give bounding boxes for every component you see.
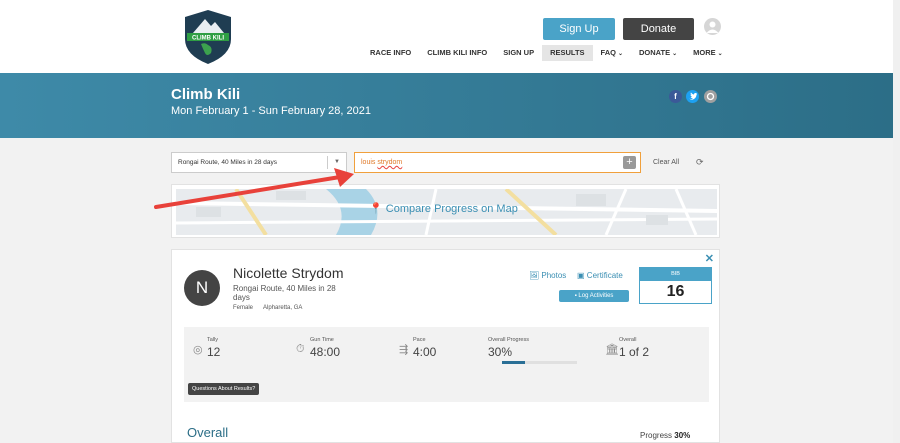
- overall-rank-label: Overall: [619, 337, 637, 343]
- add-icon[interactable]: +: [623, 156, 636, 169]
- race-dates: Mon February 1 - Sun February 28, 2021: [171, 105, 371, 117]
- clear-all-button[interactable]: Clear All: [653, 159, 679, 166]
- progress-summary-label: Progress: [640, 431, 673, 440]
- overall-progress-label: Overall Progress: [488, 337, 529, 343]
- overall-section-heading: Overall: [187, 425, 229, 440]
- certificate-label: Certificate: [586, 271, 623, 280]
- log-activities-button[interactable]: ▪ Log Activities: [559, 290, 629, 302]
- donate-button[interactable]: Donate: [623, 18, 694, 40]
- pace-value: 4:00: [413, 345, 437, 359]
- nav-item-results[interactable]: RESULTS: [542, 45, 593, 61]
- gun-time-value: 48:00: [310, 345, 341, 359]
- nav-item-sign-up[interactable]: SIGN UP: [495, 45, 542, 61]
- chevron-down-icon: ⌄: [672, 51, 678, 57]
- nav-item-label: CLIMB KILI INFO: [427, 48, 488, 57]
- nav-item-race-info[interactable]: RACE INFO: [362, 45, 419, 61]
- pace-label: Pace: [413, 337, 426, 343]
- certificate-link[interactable]: ▣ Certificate: [577, 271, 623, 280]
- tally-icon: ◎: [193, 344, 203, 356]
- overall-rank-value: 1 of 2: [619, 345, 650, 359]
- nav-item-more[interactable]: MORE ⌄: [685, 45, 731, 61]
- chevron-down-icon: ⌄: [617, 51, 623, 57]
- participant-location: Alpharetta, GA: [263, 305, 303, 311]
- nav-item-label: SIGN UP: [503, 48, 535, 57]
- climb-kili-logo[interactable]: CLIMB KILI: [183, 9, 233, 65]
- participant-avatar: N: [184, 270, 220, 306]
- nav-item-label: RACE INFO: [370, 48, 412, 57]
- participant-route: Rongai Route, 40 Miles in 28 days: [233, 284, 336, 302]
- bib-badge: BIB 16: [639, 267, 712, 304]
- nav-item-label: RESULTS: [550, 48, 585, 57]
- site-header: CLIMB KILI Sign Up Donate RACE INFO CLIMB…: [0, 0, 893, 73]
- participant-gender: Female: [233, 305, 254, 311]
- search-word: strydom: [377, 159, 403, 166]
- nav-item-label: FAQ: [600, 48, 616, 57]
- nav-item-label: DONATE: [639, 48, 671, 57]
- participant-meta: Female Alpharetta, GA: [233, 305, 302, 311]
- bib-number: 16: [666, 283, 685, 300]
- share-icon[interactable]: [704, 90, 717, 103]
- participant-name: Nicolette Strydom: [233, 265, 344, 281]
- overall-progress-fill: [502, 361, 525, 364]
- chevron-down-icon: ⌄: [717, 51, 723, 57]
- close-icon[interactable]: ✕: [705, 252, 714, 265]
- overall-progress-summary: Progress 30%: [640, 431, 690, 440]
- user-avatar-icon[interactable]: [704, 18, 721, 35]
- overall-progress-bar: [502, 361, 577, 364]
- photos-label: Photos: [541, 271, 567, 280]
- main-nav: RACE INFO CLIMB KILI INFO SIGN UP RESULTS FA…: [362, 45, 731, 61]
- logo-text: CLIMB KILI: [192, 36, 224, 42]
- calendar-icon: ▪: [574, 293, 577, 299]
- podium-icon: 🏛: [605, 344, 619, 356]
- facebook-icon[interactable]: f: [669, 90, 682, 103]
- stopwatch-icon: ⏱: [296, 343, 305, 355]
- annotation-arrow: [154, 168, 354, 209]
- image-icon: 🖼: [529, 271, 540, 280]
- nav-item-donate[interactable]: DONATE ⌄: [631, 45, 685, 61]
- sign-up-button[interactable]: Sign Up: [543, 18, 615, 40]
- pace-icon: ⇶: [399, 344, 409, 356]
- questions-about-results-button[interactable]: Questions About Results?: [188, 383, 260, 395]
- certificate-icon: ▣: [577, 271, 585, 280]
- log-activities-label: Log Activities: [578, 293, 614, 299]
- participant-search-input[interactable]: louis strydom +: [354, 152, 641, 173]
- refresh-icon[interactable]: ⟳: [696, 157, 704, 168]
- page-scrollbar[interactable]: [893, 0, 900, 443]
- nav-item-faq[interactable]: FAQ ⌄: [593, 45, 631, 61]
- compare-progress-link[interactable]: 📍 Compare Progress on Map: [369, 202, 518, 215]
- nav-item-label: MORE: [693, 48, 716, 57]
- map-pin-icon: 📍: [369, 203, 383, 215]
- twitter-icon[interactable]: [686, 90, 699, 103]
- photos-link[interactable]: 🖼 Photos: [529, 271, 566, 280]
- stats-panel: ◎ Tally 12 ⏱ Gun Time 48:00 ⇶ Pace 4:00 …: [184, 327, 709, 402]
- gun-time-label: Gun Time: [310, 337, 334, 343]
- tally-value: 12: [207, 345, 221, 359]
- search-word: louis: [361, 159, 376, 166]
- race-title: Climb Kili: [171, 86, 241, 103]
- race-banner: Climb Kili Mon February 1 - Sun February…: [0, 73, 893, 138]
- result-card: ✕ N Nicolette Strydom Rongai Route, 40 M…: [171, 249, 720, 443]
- progress-summary-value: 30%: [674, 431, 691, 440]
- search-input-value: louis strydom: [361, 159, 402, 166]
- tally-label: Tally: [207, 337, 219, 343]
- compare-progress-label: Compare Progress on Map: [385, 203, 518, 215]
- bib-label: BIB: [640, 268, 711, 281]
- nav-item-climb-kili-info[interactable]: CLIMB KILI INFO: [419, 45, 495, 61]
- overall-progress-value: 30%: [488, 345, 513, 359]
